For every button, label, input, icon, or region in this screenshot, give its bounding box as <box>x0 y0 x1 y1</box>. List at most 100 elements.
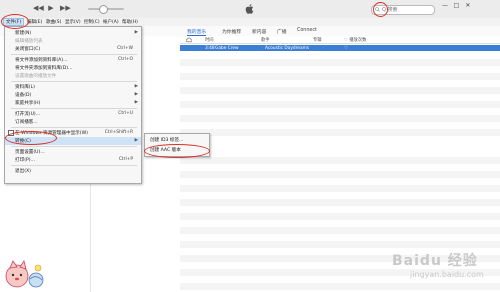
minimize-button[interactable]: — <box>440 2 450 9</box>
table-row <box>180 185 500 192</box>
menu-item-shortcut: Ctrl+U <box>118 111 133 116</box>
table-row <box>180 171 500 178</box>
column-time[interactable]: 时间 <box>205 37 214 43</box>
menu-help[interactable]: 帮助(H) <box>122 19 138 25</box>
menu-item-shortcut: Ctrl+W <box>117 46 133 51</box>
mascot-sticker-icon <box>5 260 44 288</box>
submenu-arrow-icon: ▶ <box>134 138 138 143</box>
close-window-button[interactable]: ✕ <box>463 2 473 9</box>
track-artist: Gabe Crew <box>215 45 239 51</box>
menu-song[interactable]: 歌曲(S) <box>46 19 61 25</box>
menu-item-home-sharing[interactable]: 家庭共享(H) ▶ <box>5 99 141 107</box>
table-row <box>180 157 500 164</box>
annotation-circle-corner <box>373 2 388 17</box>
tab-new[interactable]: 新内容 <box>252 28 266 35</box>
menu-item-open-stream[interactable]: 打开流(U)... Ctrl+U <box>5 110 141 118</box>
annotation-circle-file-menu <box>1 14 29 29</box>
submenu-arrow-icon: ▶ <box>134 30 138 35</box>
menu-item-shortcut: Ctrl+Shift+R <box>104 130 133 135</box>
menu-item-label: 页面设置(U)... <box>15 150 45 155</box>
file-menu: 新建(N) ▶ 编辑播放列表 关闭窗口(C) Ctrl+W 将文件添加到资料库(… <box>4 26 142 184</box>
menu-item-exit[interactable]: 退出(X) <box>5 167 141 175</box>
menu-view[interactable]: 显示(V) <box>65 19 81 25</box>
column-artist[interactable]: 歌手 <box>261 37 270 43</box>
menu-item-label: 创建 ID3 标签... <box>150 138 184 143</box>
menu-divider <box>11 127 137 128</box>
tab-connect[interactable]: Connect <box>297 28 317 33</box>
table-row <box>180 213 500 220</box>
menu-edit[interactable]: 编辑(E) <box>27 19 42 25</box>
table-row <box>180 129 500 136</box>
watermark: Baidu 经验 jingyan.baidu.com <box>370 246 495 288</box>
menu-item-label: 将文件夹添加到资料库(D)... <box>15 66 73 71</box>
title-bar: ◀◀ ▶ ▶▶ — □ ✕ <box>0 0 500 19</box>
menu-item-close-window[interactable]: 关闭窗口(C) Ctrl+W <box>5 45 141 53</box>
apple-logo-icon <box>245 4 254 14</box>
menu-item-label: 将文件添加到资料库(A)... <box>15 58 68 63</box>
menu-item-add-folder[interactable]: 将文件夹添加到资料库(D)... <box>5 64 141 72</box>
menu-divider <box>11 146 137 147</box>
menu-item-label: 家庭共享(H) <box>15 101 41 106</box>
menu-item-label: 资料库(L) <box>15 85 35 90</box>
cloud-icon <box>186 37 192 43</box>
menu-item-shortcut: Ctrl+P <box>118 157 133 162</box>
menu-item-page-setup[interactable]: 页面设置(U)... <box>5 148 141 156</box>
table-row <box>180 199 500 206</box>
menu-divider <box>11 54 137 55</box>
menu-item-subscribe-podcast[interactable]: 订阅播客... <box>5 118 141 126</box>
menu-item-create-id3-tags[interactable]: 创建 ID3 标签... <box>145 135 209 144</box>
table-row <box>180 115 500 122</box>
table-row <box>180 59 500 66</box>
volume-knob[interactable] <box>99 5 108 14</box>
submenu-arrow-icon: ▶ <box>134 92 138 97</box>
window-controls: — □ ✕ <box>440 2 473 9</box>
table-row <box>180 101 500 108</box>
watermark-brand: Baidu 经验 <box>392 253 478 269</box>
menu-item-label: 打印(P)... <box>15 158 35 163</box>
menu-item-label: 编辑播放列表 <box>15 39 43 44</box>
column-plays[interactable]: ♡ 播放次数 <box>344 37 366 43</box>
maximize-button[interactable]: □ <box>451 2 461 9</box>
track-album: Acoustic Daydreams <box>265 45 310 51</box>
tab-radio[interactable]: 广播 <box>277 28 287 35</box>
menu-item-print[interactable]: 打印(P)... Ctrl+P <box>5 156 141 164</box>
menu-divider <box>11 108 137 109</box>
previous-track-button[interactable]: ◀◀ <box>33 4 44 12</box>
menu-item-label: 设备(D) <box>15 93 32 98</box>
menu-divider <box>11 165 137 166</box>
menu-controls[interactable]: 控制(C) <box>84 19 100 25</box>
menu-item-label: 打开流(U)... <box>15 112 41 117</box>
track-time: 3:48 <box>205 45 215 51</box>
menu-item-label: 新建(N) <box>15 31 32 36</box>
tab-for-you[interactable]: 为你推荐 <box>222 28 241 35</box>
tab-my-music[interactable]: 我的音乐 <box>187 28 207 36</box>
menu-item-shortcut: Ctrl+O <box>118 57 133 62</box>
next-track-button[interactable]: ▶▶ <box>60 4 71 12</box>
search-input[interactable] <box>382 6 430 14</box>
table-row <box>180 73 500 80</box>
submenu-arrow-icon: ▶ <box>134 84 138 89</box>
menu-account[interactable]: 帐户(A) <box>103 19 119 25</box>
menu-item-label: 关闭窗口(C) <box>15 47 41 52</box>
menu-item-library[interactable]: 资料库(L) ▶ <box>5 83 141 91</box>
watermark-url: jingyan.baidu.com <box>410 270 484 279</box>
track-heart[interactable]: ♡ <box>344 46 348 51</box>
menu-item-label: 退出(X) <box>15 169 31 174</box>
column-album[interactable]: 专辑 <box>313 37 322 43</box>
menu-item-devices[interactable]: 设备(D) ▶ <box>5 91 141 99</box>
menu-item-set-playback-file: 设置歌曲的播放文件 <box>5 72 141 80</box>
menu-item-label: 订阅播客... <box>15 120 38 125</box>
menu-item-add-file[interactable]: 将文件添加到资料库(A)... Ctrl+O <box>5 56 141 64</box>
annotation-circle-create-aac <box>144 144 210 158</box>
table-row <box>180 227 500 234</box>
menu-item-label: 设置歌曲的播放文件 <box>15 74 57 79</box>
menu-item-edit-playlist: 编辑播放列表 <box>5 37 141 45</box>
menu-divider <box>11 81 137 82</box>
play-button[interactable]: ▶ <box>47 4 55 12</box>
track-list-header: 时间 歌手 专辑 ♡ 播放次数 <box>180 37 500 44</box>
submenu-arrow-icon: ▶ <box>134 100 138 105</box>
annotation-circle-convert <box>5 131 57 145</box>
table-row <box>180 87 500 94</box>
menu-item-new[interactable]: 新建(N) ▶ <box>5 29 141 37</box>
table-row-selected[interactable]: 3:48 Gabe Crew Acoustic Daydreams ♡ <box>180 45 500 51</box>
